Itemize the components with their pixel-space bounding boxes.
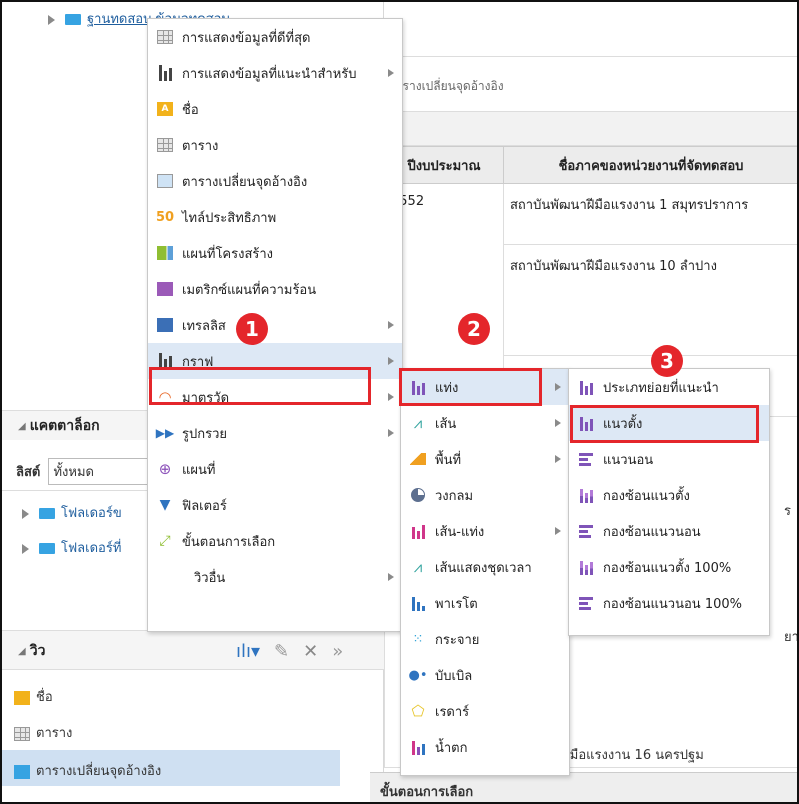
screenshot-frame [0, 0, 799, 804]
